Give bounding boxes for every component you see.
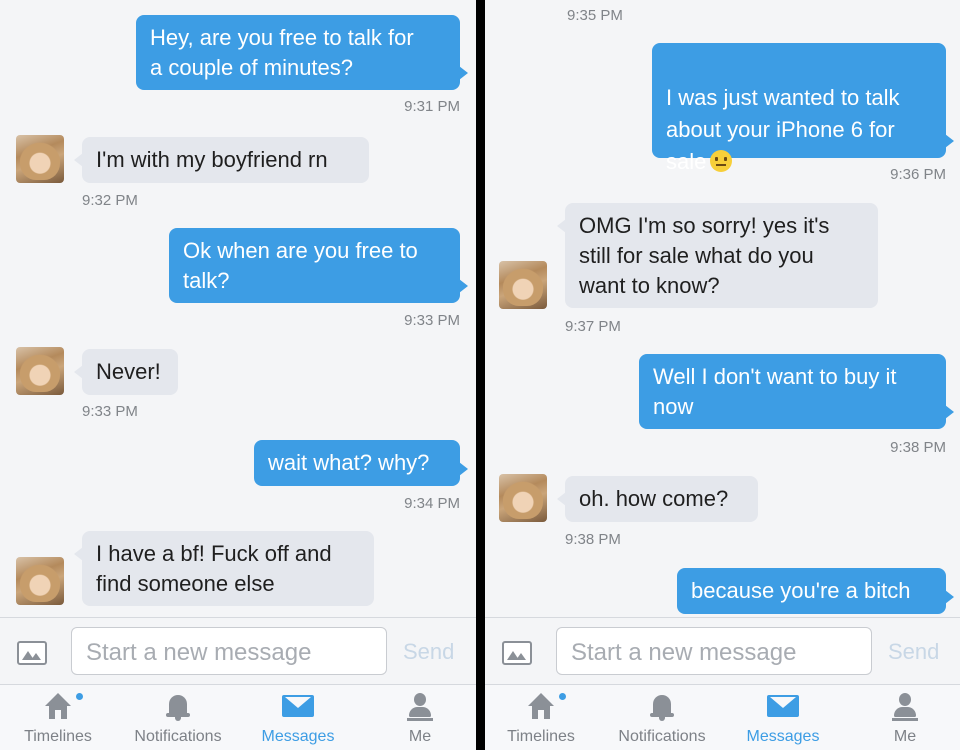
conversation-panel-right: 9:35 PM I was just wanted to talk about … — [485, 0, 960, 750]
message-incoming[interactable]: oh. how come? — [557, 476, 758, 522]
message-outgoing[interactable]: Ok when are you free to talk? — [169, 228, 468, 303]
tab-notifications[interactable]: Notifications — [123, 685, 233, 750]
message-composer: Start a new message Send — [485, 617, 960, 684]
notification-dot-icon — [559, 693, 566, 700]
tab-notifications[interactable]: Notifications — [607, 685, 717, 750]
tab-messages[interactable]: Messages — [735, 685, 831, 750]
message-input[interactable]: Start a new message — [71, 627, 387, 675]
tab-label: Messages — [746, 728, 820, 745]
message-timestamp: 9:34 PM — [404, 495, 460, 512]
message-input[interactable]: Start a new message — [556, 627, 872, 675]
message-text: I was just wanted to talk about your iPh… — [666, 85, 900, 174]
tab-label: Me — [893, 728, 917, 745]
message-timestamp: 9:38 PM — [565, 531, 621, 548]
tab-me[interactable]: Me — [390, 685, 450, 750]
tab-timelines[interactable]: Timelines — [493, 685, 589, 750]
tab-bar: Timelines Notifications Messages Me — [485, 684, 960, 750]
contact-avatar[interactable] — [499, 261, 547, 309]
message-outgoing[interactable]: I was just wanted to talk about your iPh… — [652, 43, 954, 174]
mail-icon — [767, 693, 799, 719]
image-attach-icon[interactable] — [502, 641, 532, 665]
message-incoming[interactable]: OMG I'm so sorry! yes it's still for sal… — [557, 203, 878, 308]
tab-label: Timelines — [24, 728, 92, 745]
tab-label: Messages — [261, 728, 335, 745]
message-timestamp: 9:31 PM — [404, 98, 460, 115]
message-incoming[interactable]: I'm with my boyfriend rn — [74, 137, 369, 183]
message-timestamp: 9:33 PM — [82, 403, 138, 420]
person-icon — [407, 693, 433, 721]
notification-dot-icon — [76, 693, 83, 700]
conversation-panel-left: Hey, are you free to talk for a couple o… — [0, 0, 476, 750]
tab-label: Timelines — [507, 728, 575, 745]
image-attach-icon[interactable] — [17, 641, 47, 665]
message-timestamp: 9:36 PM — [890, 166, 946, 183]
contact-avatar[interactable] — [16, 135, 64, 183]
home-icon — [528, 693, 554, 721]
tab-timelines[interactable]: Timelines — [10, 685, 106, 750]
tab-me[interactable]: Me — [875, 685, 935, 750]
bell-icon — [166, 693, 190, 721]
person-icon — [892, 693, 918, 721]
bell-icon — [650, 693, 674, 721]
neutral-face-emoji-icon — [710, 150, 733, 172]
message-outgoing[interactable]: because you're a bitch — [677, 568, 954, 614]
tab-label: Notifications — [618, 728, 706, 745]
contact-avatar[interactable] — [16, 557, 64, 605]
tab-label: Notifications — [134, 728, 222, 745]
message-timestamp: 9:35 PM — [567, 7, 623, 24]
tab-label: Me — [408, 728, 432, 745]
home-icon — [45, 693, 71, 721]
message-outgoing[interactable]: Hey, are you free to talk for a couple o… — [136, 15, 468, 90]
message-timestamp: 9:32 PM — [82, 192, 138, 209]
message-outgoing[interactable]: Well I don't want to buy it now — [639, 354, 954, 429]
tab-bar: Timelines Notifications Messages Me — [0, 684, 476, 750]
contact-avatar[interactable] — [499, 474, 547, 522]
mail-icon — [282, 693, 314, 719]
send-button[interactable]: Send — [403, 639, 454, 665]
send-button[interactable]: Send — [888, 639, 939, 665]
message-incoming[interactable]: Never! — [74, 349, 178, 395]
contact-avatar[interactable] — [16, 347, 64, 395]
message-timestamp: 9:38 PM — [890, 439, 946, 456]
tab-messages[interactable]: Messages — [250, 685, 346, 750]
message-outgoing[interactable]: wait what? why? — [254, 440, 468, 486]
message-composer: Start a new message Send — [0, 617, 476, 684]
message-timestamp: 9:37 PM — [565, 318, 621, 335]
message-incoming[interactable]: I have a bf! Fuck off and find someone e… — [74, 531, 374, 606]
message-timestamp: 9:33 PM — [404, 312, 460, 329]
